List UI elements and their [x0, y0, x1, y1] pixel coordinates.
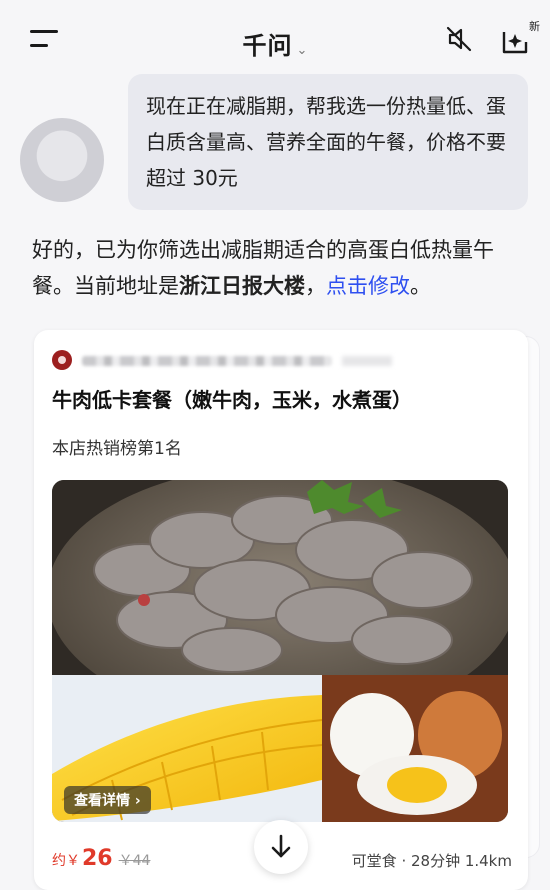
shop-logo — [52, 350, 72, 370]
shop-name-blurred-extra — [342, 356, 392, 366]
top-bar: 千问 ⌄ 新 — [0, 0, 550, 80]
price-prefix: 约￥ — [52, 853, 80, 869]
new-chat-button[interactable]: 新 — [498, 20, 540, 56]
arrow-down-icon — [271, 834, 291, 858]
assistant-end: 。 — [410, 274, 431, 298]
delivery-address: 浙江日报大楼 — [179, 274, 305, 298]
assistant-message: 好的，已为你筛选出减脂期适合的高蛋白低热量午餐。当前地址是浙江日报大楼，点击修改… — [32, 232, 532, 304]
view-details-button[interactable]: 查看详情 › — [64, 786, 151, 814]
shop-name-blurred — [82, 356, 332, 366]
assistant-separator: ， — [305, 274, 326, 298]
user-message-bubble: 现在正在减脂期，帮我选一份热量低、蛋白质含量高、营养全面的午餐，价格不要超过 3… — [128, 74, 528, 210]
new-badge: 新 — [529, 20, 540, 33]
product-card[interactable]: 牛肉低卡套餐（嫩牛肉，玉米，水煮蛋） 本店热销榜第1名 查看详情 › 约￥26 … — [34, 330, 528, 890]
edit-address-link[interactable]: 点击修改 — [326, 274, 410, 298]
dish-photo-illustration — [52, 480, 508, 822]
current-price: 26 — [82, 846, 113, 871]
chevron-down-icon[interactable]: ⌄ — [297, 43, 308, 58]
delivery-info: 可堂食 · 28分钟 1.4km — [351, 852, 512, 870]
speaker-muted-icon[interactable] — [444, 24, 474, 54]
dish-photo[interactable]: 查看详情 › — [52, 480, 508, 822]
shop-row — [52, 350, 472, 372]
dish-title: 牛肉低卡套餐（嫩牛肉，玉米，水煮蛋） — [52, 388, 412, 412]
sales-rank: 本店热销榜第1名 — [52, 439, 182, 459]
avatar — [20, 118, 104, 202]
app-title[interactable]: 千问 — [243, 32, 293, 60]
user-message-text: 现在正在减脂期，帮我选一份热量低、蛋白质含量高、营养全面的午餐，价格不要超过 3… — [146, 94, 506, 190]
original-price: ￥44 — [118, 853, 151, 869]
scroll-down-button[interactable] — [254, 820, 308, 874]
